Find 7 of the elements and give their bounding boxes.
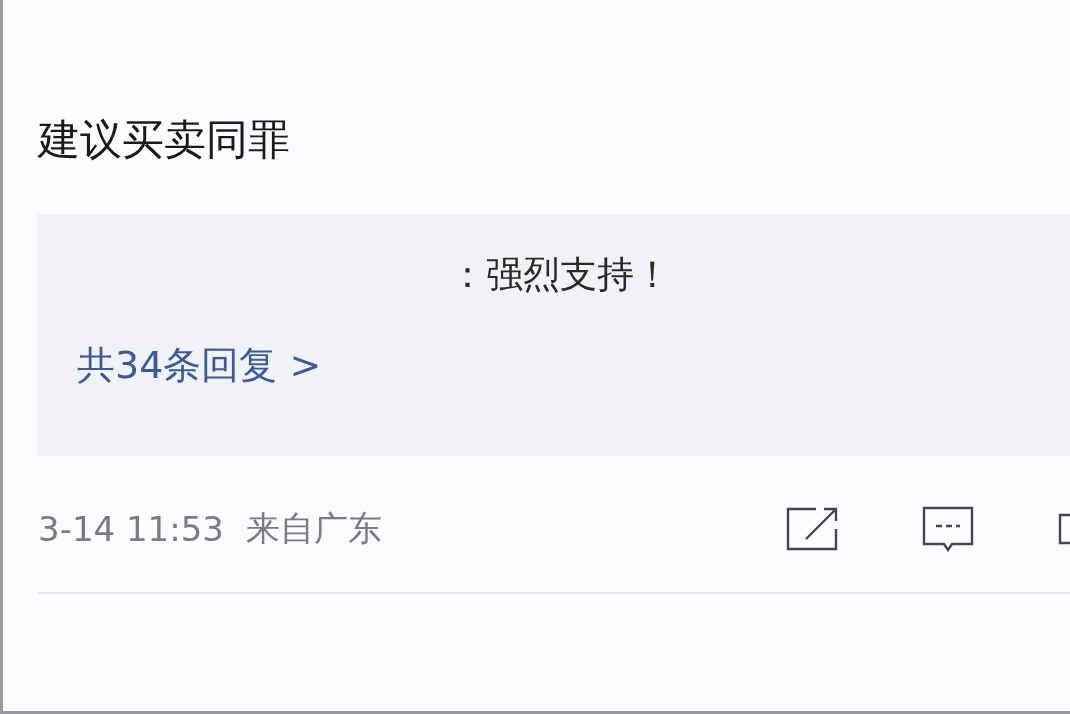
replies-link[interactable]: 共34条回复 > [77,340,322,391]
share-icon[interactable] [786,507,838,551]
timestamp: 3-14 11:53 [38,509,224,549]
comment-icon[interactable] [922,506,974,552]
location-text: 来自广东 [245,507,382,550]
comment-text: 建议买卖同罪 [38,114,291,166]
reply-text: ：强烈支持！ [449,253,671,296]
